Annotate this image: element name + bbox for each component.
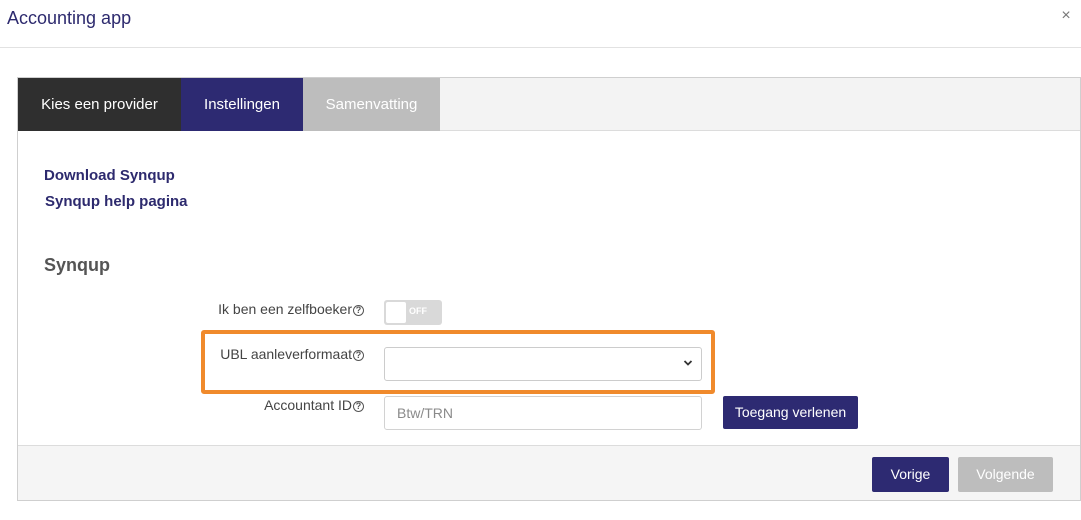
tab-bar: Kies een provider Instellingen Samenvatt… (18, 78, 1080, 131)
self-bookkeeper-toggle[interactable]: OFF (384, 300, 442, 325)
help-icon[interactable]: ? (353, 305, 364, 316)
tab-kies-een-provider[interactable]: Kies een provider (18, 78, 181, 131)
synqup-help-link[interactable]: Synqup help pagina (45, 193, 188, 210)
help-icon[interactable]: ? (353, 401, 364, 412)
ubl-format-label: UBL aanleverformaat? (64, 346, 364, 362)
next-button[interactable]: Volgende (958, 457, 1053, 492)
tab-samenvatting[interactable]: Samenvatting (303, 78, 440, 131)
toggle-knob (386, 302, 406, 323)
toggle-state-text: OFF (409, 306, 427, 316)
download-synqup-link[interactable]: Download Synqup (44, 167, 175, 184)
wizard-panel: Kies een provider Instellingen Samenvatt… (17, 77, 1081, 501)
accountant-id-label-text: Accountant ID (264, 397, 352, 413)
self-bookkeeper-label-text: Ik ben een zelfboeker (218, 301, 352, 317)
help-icon[interactable]: ? (353, 350, 364, 361)
accountant-id-input[interactable] (384, 396, 702, 430)
modal-title: Accounting app (7, 8, 132, 28)
ubl-format-label-text: UBL aanleverformaat (220, 346, 352, 362)
tab-instellingen[interactable]: Instellingen (181, 78, 303, 131)
wizard-footer: Vorige Volgende (18, 445, 1080, 500)
grant-access-button[interactable]: Toegang verlenen (723, 396, 858, 429)
section-title: Synqup (44, 255, 110, 275)
previous-button[interactable]: Vorige (872, 457, 949, 492)
accountant-id-label: Accountant ID? (64, 397, 364, 413)
ubl-format-select[interactable] (384, 347, 702, 381)
self-bookkeeper-label: Ik ben een zelfboeker? (64, 301, 364, 317)
close-icon[interactable]: × (1057, 6, 1075, 26)
modal-header: Accounting app × (0, 0, 1081, 48)
chevron-down-icon (683, 360, 693, 366)
